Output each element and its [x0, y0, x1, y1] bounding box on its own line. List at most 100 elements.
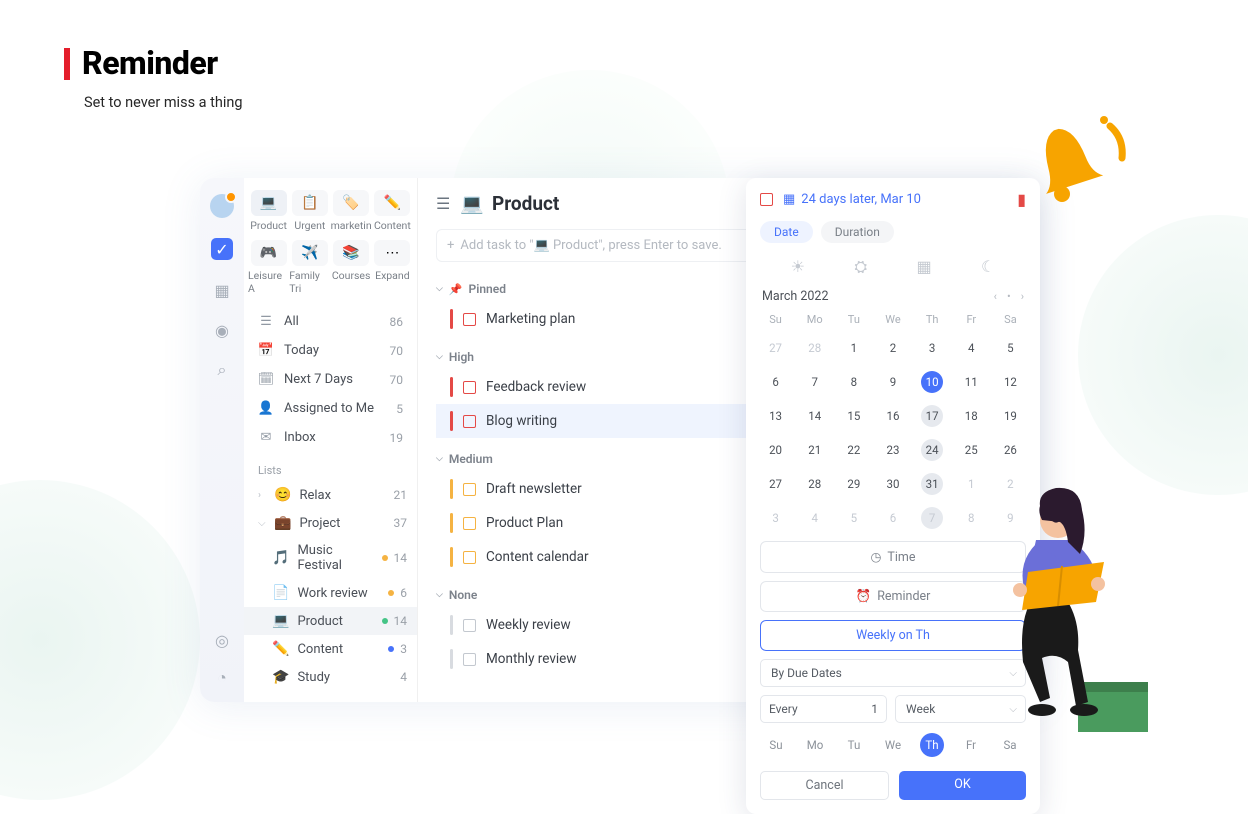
repeat-day-tu[interactable]: Tu — [842, 733, 866, 757]
cal-day[interactable]: 20 — [756, 435, 795, 465]
hero-title: Reminder — [82, 44, 218, 82]
every-input[interactable]: Every1 — [760, 695, 887, 723]
calendar-icon: ▦ — [783, 192, 795, 207]
cal-prev-icon[interactable]: ‹ — [994, 290, 997, 303]
task-checkbox[interactable] — [463, 381, 476, 394]
cal-day[interactable]: 28 — [795, 469, 834, 499]
repeat-day-mo[interactable]: Mo — [803, 733, 827, 757]
smart-all[interactable]: ☰All86 — [244, 307, 417, 336]
cal-day[interactable]: 25 — [952, 435, 991, 465]
task-checkbox[interactable] — [463, 313, 476, 326]
cal-next-icon[interactable]: › — [1021, 290, 1024, 303]
reader-illustration — [968, 462, 1198, 742]
cal-day[interactable]: 8 — [834, 367, 873, 397]
sublist-music-festival[interactable]: 🎵Music Festival14 — [244, 537, 417, 579]
rail-search-icon[interactable]: ⌕ — [212, 360, 232, 380]
repeat-day-su[interactable]: Su — [764, 733, 788, 757]
clock-icon: ◷ — [870, 549, 881, 565]
task-checkbox[interactable] — [463, 483, 476, 496]
cal-day[interactable]: 23 — [873, 435, 912, 465]
category-content[interactable]: ✏️Content — [372, 190, 413, 232]
cal-day[interactable]: 18 — [952, 401, 991, 431]
cal-day[interactable]: 11 — [952, 367, 991, 397]
repeat-day-th[interactable]: Th — [920, 733, 944, 757]
cal-day[interactable]: 12 — [991, 367, 1030, 397]
sublist-study[interactable]: 🎓Study4 — [244, 663, 417, 691]
cal-day[interactable]: 7 — [913, 503, 952, 533]
category-urgent[interactable]: 📋Urgent — [289, 190, 330, 232]
cal-day[interactable]: 17 — [913, 401, 952, 431]
sublist-work-review[interactable]: 📄Work review6 — [244, 579, 417, 607]
cal-day[interactable]: 13 — [756, 401, 795, 431]
alarm-icon: ⏰ — [856, 589, 872, 604]
cal-day[interactable]: 5 — [991, 333, 1030, 363]
category-courses[interactable]: 📚Courses — [331, 240, 372, 295]
quick-night-icon[interactable]: ☾ — [981, 257, 995, 277]
list-project[interactable]: ⌵💼Project37 — [244, 509, 417, 537]
sublist-content[interactable]: ✏️Content3 — [244, 635, 417, 663]
ok-button[interactable]: OK — [899, 771, 1026, 800]
cal-day[interactable]: 10 — [913, 367, 952, 397]
quick-today-icon[interactable]: ☀ — [791, 257, 805, 277]
cal-day[interactable]: 2 — [873, 333, 912, 363]
task-checkbox[interactable] — [463, 517, 476, 530]
smart-today[interactable]: 📅Today70 — [244, 336, 417, 365]
tab-duration[interactable]: Duration — [821, 221, 894, 243]
cal-day[interactable]: 22 — [834, 435, 873, 465]
cal-day[interactable]: 21 — [795, 435, 834, 465]
hamburger-icon[interactable]: ☰ — [436, 194, 450, 213]
detail-checkbox[interactable] — [760, 193, 773, 206]
cal-day[interactable]: 31 — [913, 469, 952, 499]
cal-day[interactable]: 27 — [756, 469, 795, 499]
quick-week-icon[interactable]: ▦ — [917, 257, 932, 277]
cal-day[interactable]: 6 — [756, 367, 795, 397]
rail-notify-icon[interactable]: ◔ — [212, 668, 232, 688]
task-checkbox[interactable] — [463, 619, 476, 632]
cal-day[interactable]: 29 — [834, 469, 873, 499]
cal-day[interactable]: 19 — [991, 401, 1030, 431]
detail-due-text[interactable]: ▦ 24 days later, Mar 10 — [783, 192, 921, 207]
cal-day[interactable]: 4 — [952, 333, 991, 363]
rail-target-icon[interactable]: ◎ — [212, 630, 232, 650]
hero-subtitle: Set to never miss a thing — [84, 94, 243, 111]
sublist-product[interactable]: 💻Product14 — [244, 607, 417, 635]
user-avatar[interactable] — [210, 194, 234, 218]
cal-day[interactable]: 26 — [991, 435, 1030, 465]
rail-calendar-icon[interactable]: ▦ — [212, 280, 232, 300]
cal-day[interactable]: 24 — [913, 435, 952, 465]
task-checkbox[interactable] — [463, 415, 476, 428]
category-product[interactable]: 💻Product — [248, 190, 289, 232]
list-relax[interactable]: ›😊Relax21 — [244, 481, 417, 509]
smart-next-7-days[interactable]: 🗓Next 7 Days70 — [244, 365, 417, 394]
cal-day[interactable]: 3 — [756, 503, 795, 533]
task-checkbox[interactable] — [463, 653, 476, 666]
cal-day[interactable]: 16 — [873, 401, 912, 431]
plus-icon: + — [447, 238, 454, 253]
cancel-button[interactable]: Cancel — [760, 771, 889, 800]
category-marketin[interactable]: 🏷️marketin — [331, 190, 372, 232]
category-family tri[interactable]: ✈️Family Tri — [289, 240, 330, 295]
cal-today-dot[interactable]: • — [1007, 290, 1011, 303]
smart-assigned-to-me[interactable]: 👤Assigned to Me5 — [244, 394, 417, 423]
cal-day[interactable]: 30 — [873, 469, 912, 499]
cal-day[interactable]: 9 — [873, 367, 912, 397]
rail-location-icon[interactable]: ◉ — [212, 320, 232, 340]
cal-day[interactable]: 6 — [873, 503, 912, 533]
category-expand[interactable]: ⋯Expand — [372, 240, 413, 295]
cal-day[interactable]: 4 — [795, 503, 834, 533]
task-checkbox[interactable] — [463, 551, 476, 564]
category-leisure a[interactable]: 🎮Leisure A — [248, 240, 289, 295]
cal-day[interactable]: 3 — [913, 333, 952, 363]
tab-date[interactable]: Date — [760, 221, 813, 243]
quick-tomorrow-icon[interactable]: ⛭ — [854, 257, 867, 277]
repeat-day-we[interactable]: We — [881, 733, 905, 757]
cal-day[interactable]: 15 — [834, 401, 873, 431]
cal-day[interactable]: 1 — [834, 333, 873, 363]
cal-day[interactable]: 14 — [795, 401, 834, 431]
cal-day[interactable]: 7 — [795, 367, 834, 397]
rail-tasks-icon[interactable]: ✓ — [211, 238, 233, 260]
cal-day[interactable]: 27 — [756, 333, 795, 363]
smart-inbox[interactable]: ✉Inbox 19 — [244, 423, 417, 452]
cal-day[interactable]: 28 — [795, 333, 834, 363]
cal-day[interactable]: 5 — [834, 503, 873, 533]
